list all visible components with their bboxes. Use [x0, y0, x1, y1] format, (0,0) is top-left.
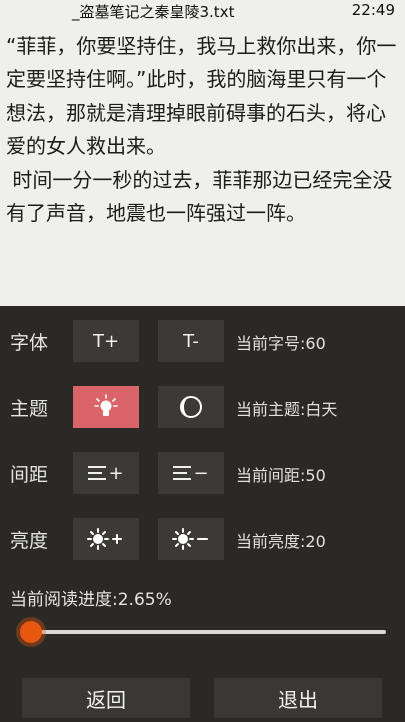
sun-minus-icon: [172, 528, 208, 550]
status-bar: _盗墓笔记之秦皇陵3.txt 22:49: [0, 0, 405, 24]
reading-text: “菲菲，你要坚持住，我马上救你出来，你一定要坚持住啊。”此时，我的脑海里只有一个…: [6, 30, 402, 230]
book-title: _盗墓笔记之秦皇陵3.txt: [72, 3, 235, 21]
font-row: 字体 T+ T- 当前字号:60: [0, 316, 405, 366]
plus-icon: +: [108, 462, 124, 484]
settings-panel: 字体 T+ T- 当前字号:60 主题 当前主题:白天 间距 + − 当前间距:…: [0, 306, 405, 722]
sun-plus-icon: [87, 528, 122, 550]
brightness-info: 当前亮度:20: [236, 532, 326, 551]
exit-button[interactable]: 退出: [214, 678, 382, 718]
brightness-row: 亮度 当前亮度:20: [0, 514, 405, 564]
theme-info: 当前主题:白天: [236, 400, 338, 419]
font-size-info: 当前字号:60: [236, 334, 326, 353]
spacing-info: 当前间距:50: [236, 466, 326, 485]
slider-track: [20, 630, 386, 634]
slider-thumb[interactable]: [19, 621, 42, 643]
font-decrease-label: T-: [183, 330, 199, 352]
font-increase-button[interactable]: T+: [73, 320, 139, 362]
back-label: 返回: [86, 687, 126, 712]
reading-progress-slider[interactable]: [19, 621, 386, 643]
lines-plus-icon: [88, 465, 107, 481]
brightness-label: 亮度: [10, 530, 49, 552]
spacing-increase-button[interactable]: +: [73, 452, 139, 494]
brightness-increase-button[interactable]: [73, 518, 139, 560]
font-decrease-button[interactable]: T-: [158, 320, 224, 362]
clock: 22:49: [351, 1, 395, 19]
theme-day-button[interactable]: [73, 386, 139, 428]
minus-icon: −: [193, 462, 209, 484]
spacing-decrease-button[interactable]: −: [158, 452, 224, 494]
moon-icon: [180, 396, 202, 418]
brightness-decrease-button[interactable]: [158, 518, 224, 560]
font-label: 字体: [10, 332, 49, 354]
paragraph: “菲菲，你要坚持住，我马上救你出来，你一定要坚持住啊。”此时，我的脑海里只有一个…: [6, 34, 397, 159]
spacing-row: 间距 + − 当前间距:50: [0, 448, 405, 498]
lines-minus-icon: [173, 465, 192, 481]
exit-label: 退出: [278, 687, 318, 712]
spacing-label: 间距: [10, 464, 49, 486]
theme-night-button[interactable]: [158, 386, 224, 428]
theme-label: 主题: [10, 398, 49, 420]
reading-progress-label: 当前阅读进度:2.65%: [10, 590, 172, 610]
font-increase-label: T+: [92, 330, 120, 352]
back-button[interactable]: 返回: [22, 678, 190, 718]
lightbulb-icon: [94, 394, 118, 416]
paragraph: 时间一分一秒的过去，菲菲那边已经完全没有了声音，地震也一阵强过一阵。: [6, 167, 393, 226]
theme-row: 主题 当前主题:白天: [0, 382, 405, 432]
